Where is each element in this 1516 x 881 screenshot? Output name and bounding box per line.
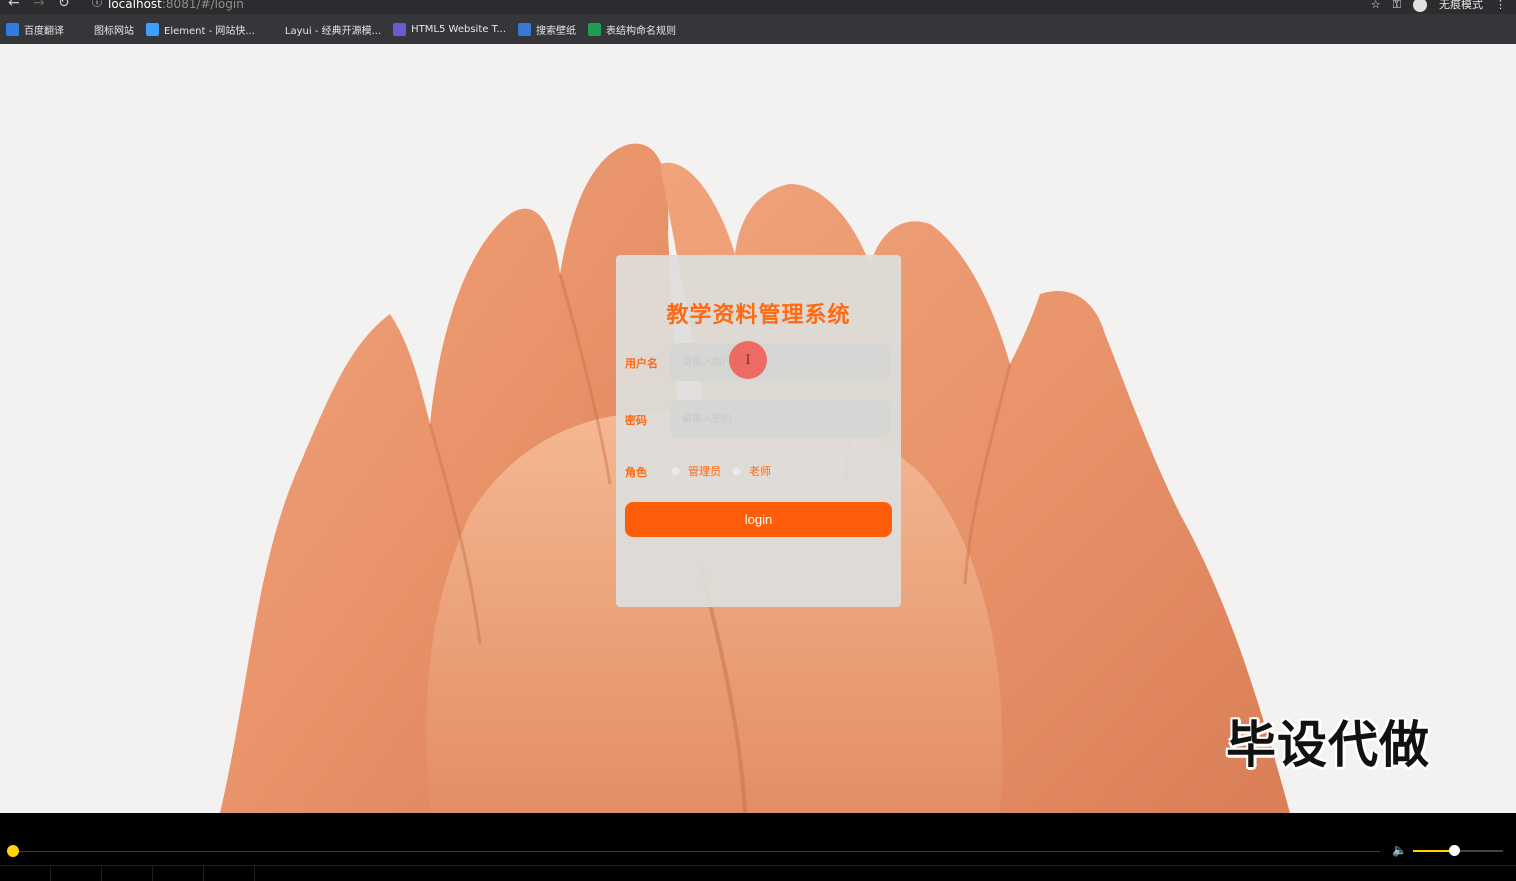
radio-icon[interactable] bbox=[670, 465, 681, 477]
login-card: 教学资料管理系统 用户名 密码 角色 管理员 老师 login bbox=[616, 255, 901, 607]
password-label: 密码 bbox=[625, 414, 647, 427]
bookmark-label: Layui - 经典开源模... bbox=[284, 25, 382, 37]
radio-icon[interactable] bbox=[731, 465, 742, 477]
element-icon bbox=[146, 22, 159, 36]
login-page: 教学资料管理系统 用户名 密码 角色 管理员 老师 login I 毕设代做 bbox=[0, 44, 1516, 813]
star-icon[interactable]: ☆ bbox=[1371, 0, 1381, 10]
flag-icon bbox=[76, 22, 89, 36]
bookmark-item[interactable]: 表结构命名规则 bbox=[588, 22, 676, 37]
bookmark-label: HTML5 Website T... bbox=[411, 23, 507, 35]
username-input[interactable] bbox=[670, 343, 891, 381]
role-radio-group: 管理员 老师 bbox=[670, 463, 775, 479]
bookmarks-bar: 百度翻译 图标网站 Element - 网站快... Layui - 经典开源模...… bbox=[0, 14, 1516, 44]
bookmark-item[interactable]: Element - 网站快... bbox=[146, 22, 255, 37]
baidu-translate-icon bbox=[6, 22, 19, 36]
wallpaper-icon bbox=[518, 22, 532, 36]
strip-segment bbox=[0, 866, 51, 881]
role-option-admin[interactable]: 管理员 bbox=[670, 463, 721, 479]
role-label: 角色 bbox=[625, 466, 647, 479]
browser-toolbar: ← → ↻ ⓘ localhost:8081/#/login ☆ ⚿ 无痕模式 … bbox=[0, 0, 1516, 14]
incognito-label: 无痕模式 bbox=[1439, 0, 1483, 11]
bookmark-item[interactable]: 图标网站 bbox=[76, 22, 134, 37]
mouse-cursor-highlight-icon: I bbox=[729, 341, 767, 379]
role-option-label: 老师 bbox=[749, 465, 771, 478]
bookmark-item[interactable]: HTML5 Website T... bbox=[393, 22, 507, 36]
login-title: 教学资料管理系统 bbox=[666, 303, 851, 328]
watermark-text: 毕设代做 bbox=[1226, 716, 1430, 774]
volume-knob[interactable] bbox=[1448, 845, 1460, 856]
sheet-icon bbox=[588, 22, 602, 36]
address-bar[interactable]: ⓘ localhost:8081/#/login bbox=[92, 0, 244, 11]
role-option-teacher[interactable]: 老师 bbox=[731, 463, 771, 479]
url-path: :8081/#/login bbox=[161, 0, 244, 11]
role-option-label: 管理员 bbox=[688, 465, 721, 478]
strip-segment bbox=[204, 866, 255, 881]
strip-segment bbox=[51, 866, 102, 881]
username-label: 用户名 bbox=[625, 357, 658, 370]
bookmark-item[interactable]: 搜索壁纸 bbox=[518, 22, 576, 37]
video-player-bar: 🔈 bbox=[0, 813, 1516, 881]
bookmark-item[interactable]: 百度翻译 bbox=[6, 22, 64, 37]
progress-track[interactable] bbox=[13, 851, 1380, 852]
layui-icon bbox=[266, 22, 280, 36]
strip-segment bbox=[153, 866, 204, 881]
bookmark-label: Element - 网站快... bbox=[164, 25, 255, 37]
incognito-icon[interactable] bbox=[1413, 0, 1427, 12]
progress-knob[interactable] bbox=[7, 845, 19, 857]
player-bottom-strip bbox=[0, 865, 1516, 881]
forward-icon[interactable]: → bbox=[33, 0, 45, 10]
key-icon[interactable]: ⚿ bbox=[1393, 0, 1401, 10]
password-input[interactable] bbox=[670, 400, 891, 438]
bookmark-label: 搜索壁纸 bbox=[536, 25, 577, 37]
volume-slider[interactable] bbox=[1413, 845, 1503, 856]
volume-icon[interactable]: 🔈 bbox=[1392, 843, 1407, 857]
login-button[interactable]: login bbox=[625, 502, 892, 537]
back-icon[interactable]: ← bbox=[8, 0, 20, 10]
bookmark-label: 表结构命名规则 bbox=[606, 25, 677, 37]
url-host: localhost bbox=[108, 0, 162, 11]
bookmark-label: 百度翻译 bbox=[24, 25, 64, 37]
reload-icon[interactable]: ↻ bbox=[58, 0, 70, 10]
strip-segment bbox=[102, 866, 153, 881]
volume-fill bbox=[1413, 850, 1454, 852]
html5-icon bbox=[393, 22, 407, 36]
info-icon: ⓘ bbox=[92, 0, 102, 9]
bookmark-label: 图标网站 bbox=[94, 25, 134, 37]
menu-icon[interactable]: ⋮ bbox=[1495, 0, 1506, 10]
bookmark-item[interactable]: Layui - 经典开源模... bbox=[266, 22, 382, 37]
